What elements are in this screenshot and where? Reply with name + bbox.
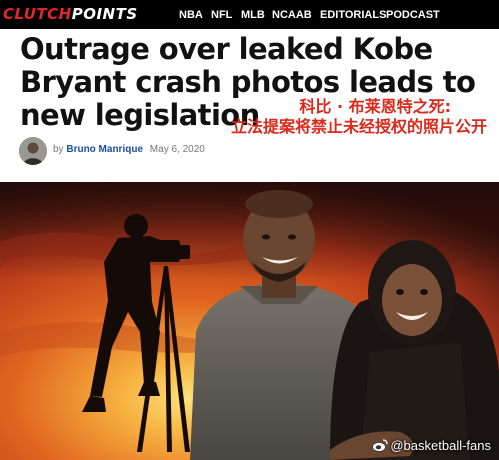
top-navigation-bar: CLUTCH POINTS NBA NFL MLB NCAAB EDITORIAL… [0,0,499,29]
nav-item-nba[interactable]: NBA [179,7,203,23]
chinese-caption-line-1: 科比 · 布莱恩特之死: [299,97,451,116]
author-photo-icon [19,137,47,165]
nav-item-nfl[interactable]: NFL [211,7,232,23]
nav-item-editorials[interactable]: EDITORIALS [320,7,386,23]
nav-item-mlb[interactable]: MLB [241,7,265,23]
chinese-caption-line-2: 立法提案将禁止未经授权的照片公开 [230,117,487,136]
author-link[interactable]: Bruno Manrique [66,144,143,155]
article-byline: by Bruno Manrique May 6, 2020 [53,144,205,155]
clutchpoints-logo[interactable]: CLUTCH POINTS [3,3,138,25]
weibo-watermark: @basketball-fans [372,435,491,455]
watermark-handle: @basketball-fans [390,437,491,453]
nav-item-ncaab[interactable]: NCAAB [272,7,312,23]
author-avatar[interactable] [19,137,47,165]
weibo-icon [372,439,389,452]
hero-illustration [0,182,499,460]
nav-item-podcast[interactable]: PODCAST [386,7,440,23]
hero-image: @basketball-fans [0,182,499,460]
article-date: May 6, 2020 [149,144,205,155]
